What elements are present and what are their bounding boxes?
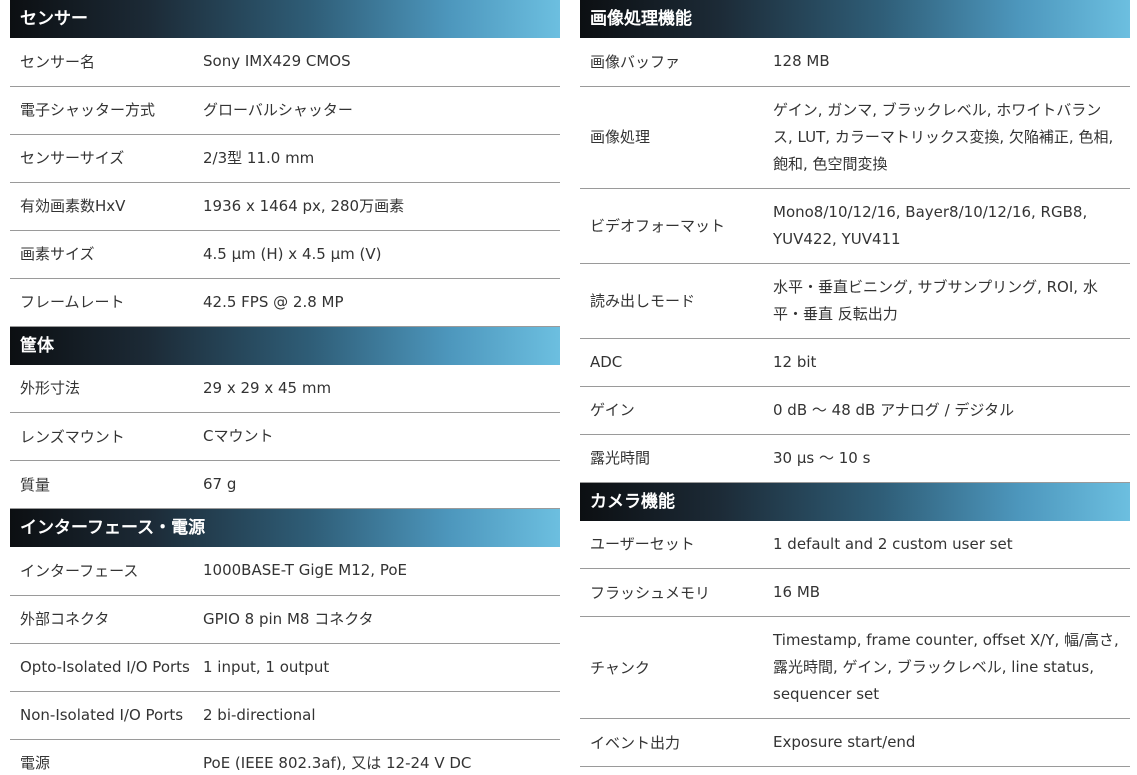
spec-label: 電子シャッター方式 [10, 86, 203, 135]
spec-value: Exposure start/end [773, 718, 1130, 767]
sensor-table: センサー名 Sony IMX429 CMOS 電子シャッター方式 グローバルシャ… [10, 38, 560, 327]
spec-label: チャンク [580, 616, 773, 719]
camera-functions-table: ユーザーセット 1 default and 2 custom user set … [580, 520, 1130, 767]
spec-value: 2 bi-directional [203, 691, 560, 740]
image-processing-table: 画像バッファ 128 MB 画像処理 ゲイン, ガンマ, ブラックレベル, ホワ… [580, 38, 1130, 483]
spec-label: ADC [580, 338, 773, 387]
spec-page: センサー センサー名 Sony IMX429 CMOS 電子シャッター方式 グロ… [0, 0, 1137, 775]
spec-label: フラッシュメモリ [580, 568, 773, 617]
spec-value: 67 g [203, 460, 560, 509]
spec-value: グローバルシャッター [203, 86, 560, 135]
section-header-housing: 筐体 [10, 326, 560, 365]
spec-value: Cマウント [203, 412, 560, 461]
table-row: Opto-Isolated I/O Ports 1 input, 1 outpu… [10, 643, 560, 692]
table-row: 質量 67 g [10, 460, 560, 509]
spec-label: 画像処理 [580, 86, 773, 189]
left-column: センサー センサー名 Sony IMX429 CMOS 電子シャッター方式 グロ… [10, 0, 560, 775]
spec-label: センサー名 [10, 38, 203, 87]
table-row: 外部コネクタ GPIO 8 pin M8 コネクタ [10, 595, 560, 644]
spec-value: PoE (IEEE 802.3af), 又は 12-24 V DC [203, 739, 560, 775]
table-row: 画像バッファ 128 MB [580, 38, 1130, 87]
spec-label: フレームレート [10, 278, 203, 327]
right-column: 画像処理機能 画像バッファ 128 MB 画像処理 ゲイン, ガンマ, ブラック… [580, 0, 1130, 767]
section-header-camera-functions: カメラ機能 [580, 482, 1130, 521]
table-row: レンズマウント Cマウント [10, 412, 560, 461]
spec-label: 露光時間 [580, 434, 773, 483]
spec-value: 1936 x 1464 px, 280万画素 [203, 182, 560, 231]
spec-value: 42.5 FPS @ 2.8 MP [203, 278, 560, 327]
spec-label: 外部コネクタ [10, 595, 203, 644]
table-row: 画像処理 ゲイン, ガンマ, ブラックレベル, ホワイトバランス, LUT, カ… [580, 86, 1130, 189]
spec-label: 画像バッファ [580, 38, 773, 87]
table-row: ユーザーセット 1 default and 2 custom user set [580, 520, 1130, 569]
spec-label: 有効画素数HxV [10, 182, 203, 231]
housing-table: 外形寸法 29 x 29 x 45 mm レンズマウント Cマウント 質量 67… [10, 364, 560, 509]
table-row: センサー名 Sony IMX429 CMOS [10, 38, 560, 87]
spec-value: Timestamp, frame counter, offset X/Y, 幅/… [773, 616, 1130, 719]
spec-value: Mono8/10/12/16, Bayer8/10/12/16, RGB8, Y… [773, 188, 1130, 264]
spec-value: 水平・垂直ビニング, サブサンプリング, ROI, 水平・垂直 反転出力 [773, 263, 1130, 339]
spec-label: Opto-Isolated I/O Ports [10, 643, 203, 692]
spec-label: センサーサイズ [10, 134, 203, 183]
spec-value: 30 µs ～ 10 s [773, 434, 1130, 483]
spec-value: Sony IMX429 CMOS [203, 38, 560, 87]
spec-label: インターフェース [10, 547, 203, 596]
spec-value: 128 MB [773, 38, 1130, 87]
section-header-interface-power: インターフェース・電源 [10, 509, 560, 547]
table-row: 読み出しモード 水平・垂直ビニング, サブサンプリング, ROI, 水平・垂直 … [580, 263, 1130, 339]
spec-value: 29 x 29 x 45 mm [203, 364, 560, 413]
spec-label: 読み出しモード [580, 263, 773, 339]
table-row: ビデオフォーマット Mono8/10/12/16, Bayer8/10/12/1… [580, 188, 1130, 264]
table-row: フレームレート 42.5 FPS @ 2.8 MP [10, 278, 560, 327]
table-row: 露光時間 30 µs ～ 10 s [580, 434, 1130, 483]
spec-label: Non-Isolated I/O Ports [10, 691, 203, 740]
spec-value: 1 input, 1 output [203, 643, 560, 692]
table-row: センサーサイズ 2/3型 11.0 mm [10, 134, 560, 183]
table-row: 外形寸法 29 x 29 x 45 mm [10, 364, 560, 413]
spec-label: 外形寸法 [10, 364, 203, 413]
spec-value: ゲイン, ガンマ, ブラックレベル, ホワイトバランス, LUT, カラーマトリ… [773, 86, 1130, 189]
spec-label: レンズマウント [10, 412, 203, 461]
table-row: 画素サイズ 4.5 µm (H) x 4.5 µm (V) [10, 230, 560, 279]
spec-value: 1 default and 2 custom user set [773, 520, 1130, 569]
table-row: フラッシュメモリ 16 MB [580, 568, 1130, 617]
spec-value: 12 bit [773, 338, 1130, 387]
spec-label: イベント出力 [580, 718, 773, 767]
spec-label: ゲイン [580, 386, 773, 435]
table-row: イベント出力 Exposure start/end [580, 718, 1130, 767]
table-row: 電源 PoE (IEEE 802.3af), 又は 12-24 V DC [10, 739, 560, 775]
spec-label: 画素サイズ [10, 230, 203, 279]
table-row: Non-Isolated I/O Ports 2 bi-directional [10, 691, 560, 740]
table-row: 電子シャッター方式 グローバルシャッター [10, 86, 560, 135]
spec-value: 1000BASE-T GigE M12, PoE [203, 547, 560, 596]
section-header-sensor: センサー [10, 0, 560, 38]
spec-value: 4.5 µm (H) x 4.5 µm (V) [203, 230, 560, 279]
table-row: チャンク Timestamp, frame counter, offset X/… [580, 616, 1130, 719]
table-row: ADC 12 bit [580, 338, 1130, 387]
spec-value: 2/3型 11.0 mm [203, 134, 560, 183]
spec-value: 16 MB [773, 568, 1130, 617]
spec-label: ユーザーセット [580, 520, 773, 569]
table-row: ゲイン 0 dB ～ 48 dB アナログ / デジタル [580, 386, 1130, 435]
spec-label: ビデオフォーマット [580, 188, 773, 264]
table-row: 有効画素数HxV 1936 x 1464 px, 280万画素 [10, 182, 560, 231]
spec-value: GPIO 8 pin M8 コネクタ [203, 595, 560, 644]
spec-label: 質量 [10, 460, 203, 509]
table-row: インターフェース 1000BASE-T GigE M12, PoE [10, 547, 560, 596]
spec-label: 電源 [10, 739, 203, 775]
interface-power-table: インターフェース 1000BASE-T GigE M12, PoE 外部コネクタ… [10, 547, 560, 775]
section-header-image-processing: 画像処理機能 [580, 0, 1130, 38]
spec-value: 0 dB ～ 48 dB アナログ / デジタル [773, 386, 1130, 435]
